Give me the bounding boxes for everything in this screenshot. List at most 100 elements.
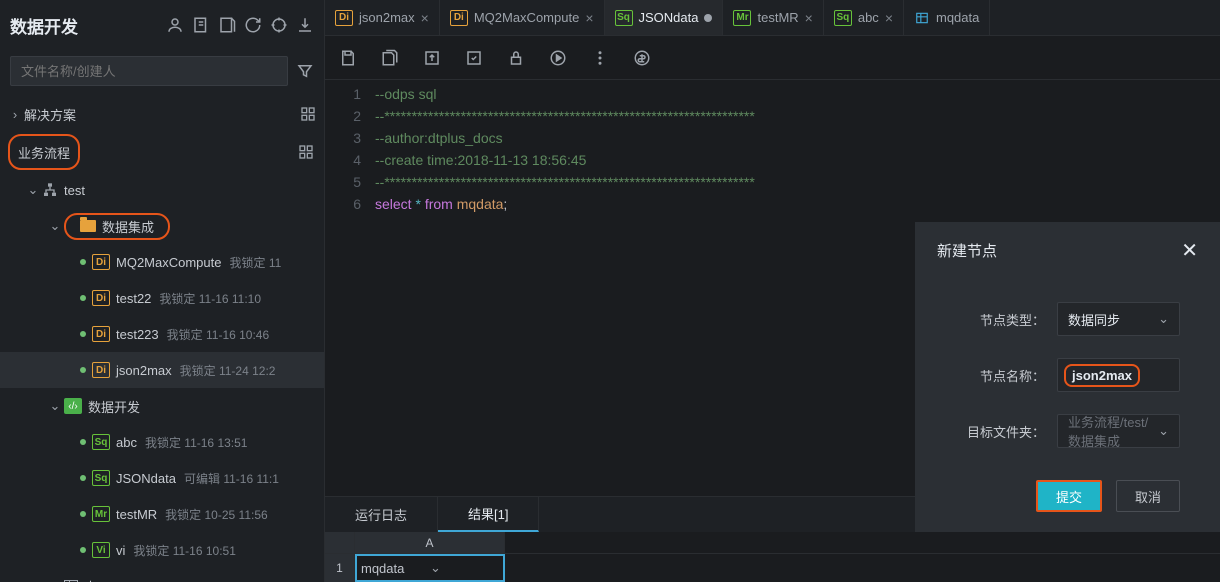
mr-icon: Mr	[92, 506, 110, 522]
line-number: 5	[325, 174, 375, 196]
di-icon: Di	[450, 10, 468, 26]
select-node-type[interactable]: 数据同步 ⌄	[1057, 302, 1180, 336]
tab-log[interactable]: 运行日志	[325, 497, 438, 532]
new-node-modal: 新建节点 ✕ 节点类型： 数据同步 ⌄ 节点名称：	[915, 222, 1220, 532]
tree-item[interactable]: Mr testMR 我锁定 10-25 11:56	[0, 496, 324, 532]
submit-button[interactable]: 提交	[1036, 480, 1102, 512]
import-icon[interactable]	[296, 16, 314, 34]
refresh-icon[interactable]	[244, 16, 262, 34]
sq-icon: Sq	[92, 470, 110, 486]
input-node-name[interactable]: json2max	[1057, 358, 1180, 392]
close-icon[interactable]: ×	[805, 10, 813, 26]
tree-item[interactable]: Sq JSONdata 可编辑 11-16 11:1	[0, 460, 324, 496]
chevron-down-icon: ⌄	[1158, 423, 1169, 439]
tree-meta: 我锁定 10-25 11:56	[165, 506, 268, 523]
deploy-icon[interactable]	[465, 49, 483, 67]
chevron-down-icon: ⌄	[26, 182, 40, 198]
chevron-down-icon: ⌄	[48, 578, 62, 582]
editor-tab[interactable]: MrtestMR×	[723, 0, 823, 35]
status-dot-icon	[80, 367, 86, 373]
tree-folder-test[interactable]: ⌄ test	[0, 172, 324, 208]
chevron-down-icon[interactable]: ⌄	[430, 560, 499, 576]
close-icon[interactable]: ✕	[1181, 238, 1198, 263]
lock-icon[interactable]	[507, 49, 525, 67]
tree-item[interactable]: Di test22 我锁定 11-16 11:10	[0, 280, 324, 316]
grid-col-header[interactable]: A	[355, 532, 505, 553]
label-node-type: 节点类型：	[955, 310, 1045, 329]
editor-tab[interactable]: mqdata	[904, 0, 990, 35]
code-line: --create time:2018-11-13 18:56:45	[375, 152, 586, 174]
status-dot-icon	[80, 331, 86, 337]
submit-icon[interactable]	[423, 49, 441, 67]
di-icon: Di	[92, 290, 110, 306]
grid-row-header[interactable]: 1	[325, 554, 355, 582]
tree-item[interactable]: Vi vi 我锁定 11-16 10:51	[0, 532, 324, 568]
tree-item[interactable]: Di json2max 我锁定 11-24 12:2	[0, 352, 324, 388]
tree: ⌄ test ⌄ 数据集成 Di MQ2MaxCompute 我锁定 11 Di	[0, 172, 324, 582]
grid-cell[interactable]: mqdata ⌄	[355, 554, 505, 582]
tab-label: testMR	[757, 10, 798, 25]
sq-icon: Sq	[92, 434, 110, 450]
close-icon[interactable]: ×	[585, 10, 593, 26]
new-folder-icon[interactable]	[218, 16, 236, 34]
search-row	[0, 50, 324, 96]
save-all-icon[interactable]	[381, 49, 399, 67]
editor-tab[interactable]: DiMQ2MaxCompute×	[440, 0, 605, 35]
tab-label: mqdata	[936, 10, 979, 25]
tab-label: json2max	[359, 10, 415, 25]
label-node-name: 节点名称：	[955, 366, 1045, 385]
status-dot-icon	[80, 547, 86, 553]
chevron-down-icon: ⌄	[48, 398, 62, 414]
line-number: 3	[325, 130, 375, 152]
main: Dijson2max×DiMQ2MaxCompute×SqJSONdataMrt…	[325, 0, 1220, 582]
tree-label: test	[64, 183, 85, 198]
tree-folder-di[interactable]: ⌄ 数据集成	[0, 208, 324, 244]
cancel-button[interactable]: 取消	[1116, 480, 1180, 512]
tree-item[interactable]: Di MQ2MaxCompute 我锁定 11	[0, 244, 324, 280]
editor-tab[interactable]: Sqabc×	[824, 0, 904, 35]
section-flows[interactable]: 业务流程	[8, 134, 80, 170]
di-icon: Di	[92, 362, 110, 378]
dirty-indicator-icon	[704, 14, 712, 22]
save-icon[interactable]	[339, 49, 357, 67]
close-icon[interactable]: ×	[885, 10, 893, 26]
locate-icon[interactable]	[270, 16, 288, 34]
editor-tab[interactable]: Dijson2max×	[325, 0, 440, 35]
section-label: 解决方案	[24, 105, 76, 124]
more-icon[interactable]	[591, 49, 609, 67]
line-number: 1	[325, 86, 375, 108]
tree-meta: 我锁定 11-24 12:2	[180, 362, 276, 379]
tree-meta: 我锁定 11-16 11:10	[159, 290, 261, 307]
grid-icon[interactable]	[300, 106, 316, 122]
select-placeholder: 业务流程/test/数据集成	[1068, 412, 1158, 450]
grid-icon[interactable]	[298, 144, 314, 160]
tree-meta: 我锁定 11	[229, 254, 281, 271]
tree-folder-tables[interactable]: ⌄ 表	[0, 568, 324, 582]
tree-label: 数据开发	[88, 397, 140, 416]
flow-icon	[42, 182, 58, 198]
tree-label: abc	[116, 435, 137, 450]
search-input[interactable]	[10, 56, 288, 86]
cost-icon[interactable]	[633, 49, 651, 67]
section-label: 业务流程	[18, 143, 70, 162]
user-icon[interactable]	[166, 16, 184, 34]
editor-tab[interactable]: SqJSONdata	[605, 0, 724, 35]
select-target-folder[interactable]: 业务流程/test/数据集成 ⌄	[1057, 414, 1180, 448]
section-solutions[interactable]: › 解决方案	[0, 96, 324, 132]
tree-label: test22	[116, 291, 151, 306]
tab-result[interactable]: 结果[1]	[438, 497, 539, 532]
tree-label: json2max	[116, 363, 172, 378]
editor-toolbar	[325, 36, 1220, 80]
tree-label: JSONdata	[116, 471, 176, 486]
tree-item[interactable]: Di test223 我锁定 11-16 10:46	[0, 316, 324, 352]
code-line: --**************************************…	[375, 108, 755, 130]
close-icon[interactable]: ×	[421, 10, 429, 26]
line-number: 2	[325, 108, 375, 130]
tree-folder-dev[interactable]: ⌄ ‹/› 数据开发	[0, 388, 324, 424]
filter-icon[interactable]	[296, 62, 314, 80]
sidebar-header: 数据开发	[0, 0, 324, 50]
new-file-icon[interactable]	[192, 16, 210, 34]
run-icon[interactable]	[549, 49, 567, 67]
sidebar-title: 数据开发	[10, 13, 78, 38]
tree-item[interactable]: Sq abc 我锁定 11-16 13:51	[0, 424, 324, 460]
